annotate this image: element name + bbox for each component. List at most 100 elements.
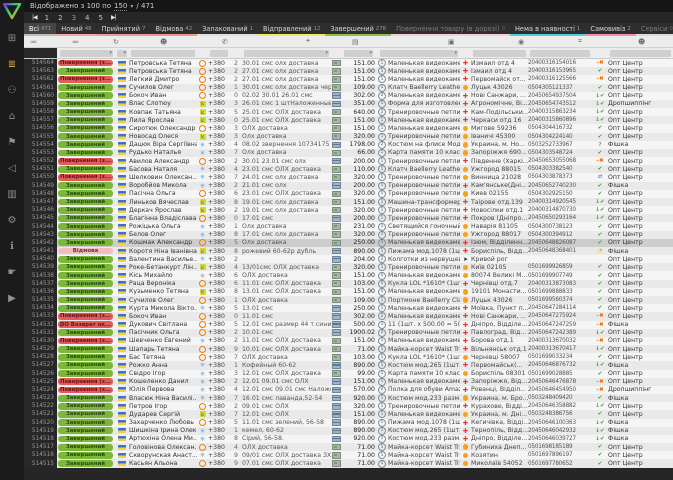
phone-number[interactable]: +380 [208, 394, 230, 402]
product-cell[interactable]: 1Клатч Baellerry Leather *1487* (1... [378, 83, 460, 92]
status-cell[interactable]: Завершений [57, 206, 115, 214]
phone-number[interactable]: +380 [208, 67, 230, 75]
comment[interactable]: 19.01 смс олх доставка [242, 206, 331, 214]
city-filter[interactable] [473, 49, 526, 57]
table-row[interactable]: 514523 Завершений Власюк Ніна Василі... … [24, 394, 673, 403]
displayed-to[interactable]: 150 [114, 2, 128, 11]
phone-number[interactable]: +380 [208, 288, 230, 296]
page-3[interactable]: 3 [72, 14, 76, 22]
status-cell[interactable]: Повернення (з... [57, 59, 115, 67]
comment[interactable]: ОЛХ доставка [242, 443, 331, 451]
tracking-number[interactable]: 20450646358882 [528, 402, 592, 410]
comment-icon[interactable]: ❝ [306, 36, 310, 47]
phone-number[interactable]: +380 [208, 304, 230, 312]
client-name[interactable]: Шевченко Евгений [129, 337, 197, 345]
status-cell[interactable]: Повернення (з... [57, 157, 115, 165]
info-icon[interactable]: ℹ [0, 233, 24, 259]
delivery-city[interactable]: Украина, м. Дні... [471, 410, 528, 418]
status-cell[interactable]: Завершений [57, 296, 115, 304]
product-cell[interactable]: 1Маленькая видеокамера SQ8 *... [378, 67, 460, 76]
comment[interactable]: 17.01 смс олх доставка [242, 231, 331, 239]
flag-filter[interactable]: ▾ [117, 49, 127, 57]
status-cell[interactable]: Завершений [57, 108, 115, 116]
phone-number[interactable]: +380 [208, 247, 230, 255]
tracking-number[interactable] [528, 255, 592, 263]
table-row[interactable]: 514542 Завершений Кошмак Александр +380 … [24, 238, 673, 247]
table-row[interactable]: 514536 Завершений Кузьменко Тетяна lc +3… [24, 287, 673, 296]
tracking-number[interactable]: 20450648826087 [528, 239, 592, 247]
product-filter[interactable]: ▾ [380, 49, 458, 57]
tracking-number[interactable]: 20450647247259 [528, 321, 592, 329]
comment[interactable]: 11.01 смс ОЛХ доставка [242, 337, 331, 345]
client-name[interactable]: Роке-Бетанкурт Лін... [129, 263, 197, 271]
client-name[interactable]: Артюхіна Олена Ми... [129, 435, 197, 443]
client-name[interactable]: Кузьменко Тетяна [129, 288, 197, 296]
status-cell[interactable]: Завершений [57, 190, 115, 198]
product-cell[interactable]: 1Пижама мод.1078 (1шт. x 890.0... [378, 418, 460, 427]
tracking-number[interactable]: 20450646042932 [528, 427, 592, 435]
comment[interactable]: 30.01 смс олх доставка черній [242, 84, 331, 92]
product-cell[interactable]: 1Тренировочные петли TRX Train... [378, 206, 460, 215]
tracking-number[interactable]: 0504302925150 [528, 190, 592, 198]
comment[interactable]: Олх доставка [242, 149, 331, 157]
product-cell[interactable]: 1Тренировочные петли TRX Train... [378, 173, 460, 182]
client-name[interactable]: Шишкіна Ірина Олек... [129, 427, 197, 435]
table-row[interactable]: 514560 Завершений Бокоч Иван +380 0 02.0… [24, 91, 673, 100]
product-cell[interactable]: 1Тренировочные петли TRX Train... [378, 181, 460, 190]
tab-7[interactable]: Повернення товару (в дорозі) 0 [391, 23, 510, 36]
delivery-city[interactable]: Бориспіль, Відд... [471, 247, 528, 255]
phone-icon[interactable]: ✆ [222, 36, 228, 47]
client-name[interactable]: Благінна Владіслава [129, 214, 197, 222]
client-name[interactable]: Рожіцька Ольга [129, 222, 197, 230]
delivery-city[interactable]: Запоріжжя 690... [471, 149, 528, 157]
phone-number[interactable]: +380 [208, 271, 230, 279]
stats-icon[interactable]: ▥ [0, 181, 24, 207]
product-cell[interactable]: 1Тренировочные петли TRX Train... [378, 263, 460, 272]
delivery-city[interactable]: Ізюм, Відділенн... [471, 239, 528, 247]
comment[interactable]: 13.01 смс ОЛХ доставка [242, 288, 331, 296]
client-name[interactable]: Сиротюк Олександр [129, 124, 197, 132]
client-name[interactable]: Деркач Ярослав [129, 206, 197, 214]
client-name[interactable]: Кошмак Александр [129, 239, 197, 247]
delivery-city[interactable]: Дніпро, Відділе... [471, 435, 528, 443]
page-1[interactable]: 1 [45, 14, 49, 22]
table-row[interactable]: 514516 Завершений Скворунская Анаст... ✳… [24, 451, 673, 460]
product-cell[interactable]: 1Портмоне Baellerry Classic *1966... [378, 296, 460, 305]
tracking-number[interactable]: 20450648368401 [528, 247, 592, 255]
table-row[interactable]: 514551 Завершений Басова Наталя ✳ +380 4… [24, 165, 673, 174]
product-cell[interactable]: 1Маленькая видеокамера SQ8 *... [378, 238, 460, 247]
client-name[interactable]: Петровська Тетяна [129, 59, 197, 67]
tracking-number[interactable]: 20450646454950 [528, 386, 592, 394]
phone-number[interactable]: +380 [208, 141, 230, 149]
comment[interactable]: 11.01 смс ОЛХ доставка [242, 280, 331, 288]
product-cell[interactable]: 2Маленькая видеокамера SQ8 *... [378, 312, 460, 321]
comment[interactable]: 12.01 смс ОЛХ доставка [242, 370, 331, 378]
tracking-number[interactable]: 0504305121337 [528, 84, 592, 92]
phone-number[interactable]: +380 [208, 182, 230, 190]
phone-number[interactable]: +380 [208, 419, 230, 427]
client-name[interactable]: Валентина Василье... [129, 255, 197, 263]
client-name[interactable]: Кошеленко Данил [129, 378, 197, 386]
delivery-city[interactable]: Вільнянськ отд.1 [471, 345, 528, 353]
phone-number[interactable]: +380 [208, 239, 230, 247]
status-cell[interactable]: Завершений [57, 394, 115, 402]
comment[interactable]: 26.01 смс 1 штНаложенный п... [242, 100, 331, 108]
product-cell[interactable]: 2Тренировочные петли TRX Train... [378, 328, 460, 337]
product-cell[interactable]: 1Маленькая видеокамера SQ8 *... [378, 287, 460, 296]
delivery-city[interactable]: Агрономічне, Ві... [471, 100, 528, 108]
product-cell[interactable]: 1Маленькая видеокамера SQ8 *... [378, 410, 460, 419]
phone-number[interactable]: +380 [208, 427, 230, 435]
product-cell[interactable]: 1Форма для изготовления садов... [378, 99, 460, 108]
delivery-city[interactable]: Кам-Подільськи... [471, 108, 528, 116]
client-name[interactable]: Воробйов Микола [129, 182, 197, 190]
table-row[interactable]: 514544 Завершений Рожіцька Ольга ✳ +380 … [24, 222, 673, 231]
tracking-number[interactable]: 20400316153965 [528, 67, 592, 75]
comment[interactable]: 12.01 смс размер 44 т.синий [242, 321, 331, 329]
delivery-city[interactable]: Тернопіль, Відд... [471, 427, 528, 435]
table-row[interactable]: 514527 Завершений Рожко Анна ✳ +380 1 Ко… [24, 361, 673, 370]
product-cell[interactable]: 1Машина-трансформер ламборд... [378, 198, 460, 206]
delivery-city[interactable]: Новосілки отд.1 [471, 206, 528, 214]
phone-number[interactable]: +380 [208, 361, 230, 369]
barcode-icon[interactable]: ⌗ [578, 36, 582, 47]
first-page-button[interactable]: |◀ [32, 14, 38, 21]
